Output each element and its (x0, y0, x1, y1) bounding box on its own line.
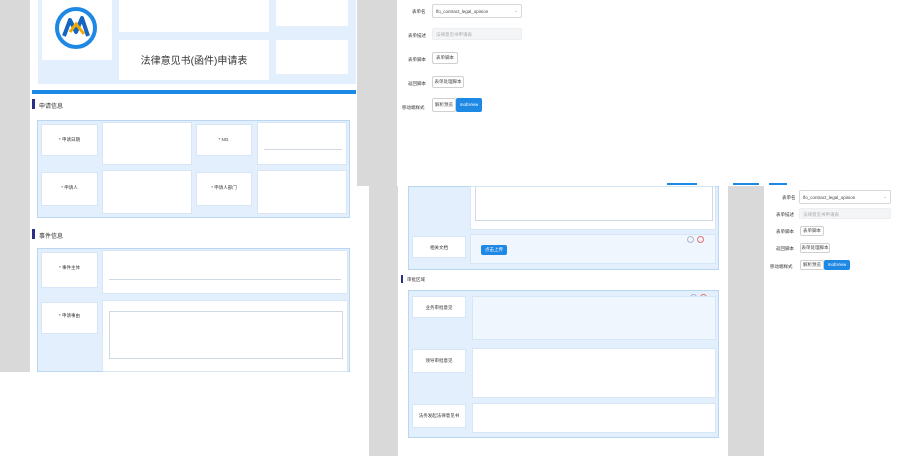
table-name-select-2[interactable]: lfo_contract_legal_opinion ⌄ (799, 190, 891, 204)
chevron-down-icon-2: ⌄ (883, 194, 887, 199)
subject-label-cell: * 事件主体 (41, 252, 98, 288)
review1-label-cell: 业务审批意见 (412, 296, 466, 318)
attachment-label: 相关文档 (430, 245, 448, 250)
section-title-event: 事件信息 (39, 234, 64, 240)
no-label-cell: * NO. (196, 124, 252, 156)
no-label: * NO. (218, 137, 230, 142)
section-title-review: 审批区域 (407, 277, 425, 282)
applicant-input[interactable] (102, 170, 192, 214)
dept-label: * 申请人部门 (211, 185, 237, 190)
dept-label-cell: * 申请人部门 (196, 172, 252, 206)
section-title-apply: 申请信息 (39, 104, 64, 110)
section-bar-apply (32, 99, 35, 109)
apply-date-label-cell: * 申请日期 (41, 124, 98, 156)
reason-fragment-textarea[interactable] (475, 187, 713, 221)
apply-date-label: * 申请日期 (58, 137, 80, 142)
reason-input-cell (102, 300, 348, 372)
tab-indicator-1 (667, 183, 697, 185)
subject-label: * 事件主体 (58, 265, 80, 270)
return-label: 返回脚本 (408, 81, 426, 86)
review2-label-cell: 领导审批意见 (412, 349, 466, 373)
logo-box (42, 0, 112, 60)
table-name-select[interactable]: lfo_contract_legal_opinion ⌄ (432, 4, 522, 18)
return-label-2: 返回脚本 (776, 246, 794, 251)
tab-indicator-3 (769, 183, 787, 185)
desc-input-2[interactable]: 法律意见书申请表 (799, 208, 891, 219)
props-panel-top: 表单名 lfo_contract_legal_opinion ⌄ 表单描述 法律… (397, 0, 527, 186)
table-name-label: 表单名 (412, 9, 426, 14)
middle-gutter (357, 0, 397, 186)
mobile-opt-preview[interactable]: 解析预览 (432, 98, 456, 112)
applicant-label-cell: * 申请人 (41, 172, 98, 206)
review2-input[interactable] (472, 348, 716, 398)
form-panel-bottom: 相关文档 点击上传 审批区域 业务审批意见 领导审批意见 法务发起法律意见书 (398, 186, 728, 456)
mobile-opt-mobview-2[interactable]: mobView (824, 260, 850, 270)
section-bar-review (401, 275, 403, 283)
applicant-label: * 申请人 (61, 185, 78, 190)
no-input-underline (264, 149, 342, 150)
reason-fragment-input (470, 186, 716, 230)
review3-label-cell: 法务发起法律意见书 (412, 404, 466, 428)
no-input[interactable] (257, 122, 347, 165)
table-name-value-2: lfo_contract_legal_opinion (803, 195, 856, 200)
review3-input[interactable] (472, 403, 716, 433)
left-gutter (0, 0, 30, 372)
section-bar-event (32, 229, 35, 239)
subject-input[interactable] (102, 250, 348, 294)
mobile-opt-preview-2[interactable]: 解析预览 (800, 260, 824, 270)
script-button-2[interactable]: 表单脚本 (800, 226, 824, 236)
desc-placeholder: 法律意见书申请表 (436, 32, 472, 37)
script-button[interactable]: 表单脚本 (432, 52, 458, 64)
mobile-label-2: 移动端样式 (770, 264, 793, 269)
script-label-2: 表单脚本 (776, 229, 794, 234)
form-header: 法律意见书(函件)申请表 (38, 0, 356, 84)
edit-icon[interactable] (687, 236, 694, 243)
header-cell-top (119, 0, 269, 32)
upload-button[interactable]: 点击上传 (481, 245, 507, 255)
return-button[interactable]: 表单处理脚本 (432, 76, 464, 88)
review2-label: 领导审批意见 (425, 358, 453, 363)
reason-label: * 申请事由 (58, 313, 80, 318)
tab-indicator-2 (733, 183, 759, 185)
return-button-2[interactable]: 表单处理脚本 (800, 243, 830, 253)
desc-label: 表单描述 (408, 33, 426, 38)
table-name-label-2: 表单名 (782, 195, 796, 200)
right-gutter (728, 186, 764, 456)
middle-gutter-lower (369, 186, 398, 456)
mobile-label: 移动端样式 (402, 105, 425, 110)
apply-date-input[interactable] (102, 122, 192, 165)
script-label: 表单脚本 (408, 57, 426, 62)
delete-icon[interactable] (697, 236, 704, 243)
reason-textarea[interactable] (109, 311, 343, 359)
desc-placeholder-2: 法律意见书申请表 (803, 212, 839, 217)
form-title: 法律意见书(函件)申请表 (140, 56, 248, 67)
desc-label-2: 表单描述 (776, 212, 794, 217)
header-cell-right-bottom (276, 40, 348, 74)
chevron-down-icon: ⌄ (514, 8, 518, 13)
attachment-label-cell: 相关文档 (412, 236, 466, 258)
reason-label-cell: * 申请事由 (41, 302, 98, 334)
props-panel-bottom: 表单名 lfo_contract_legal_opinion ⌄ 表单描述 法律… (764, 186, 909, 456)
attachment-cell: 点击上传 (470, 234, 716, 264)
review1-input[interactable] (472, 296, 716, 340)
table-name-value: lfo_contract_legal_opinion (436, 9, 489, 14)
header-cell-right-top (276, 0, 348, 26)
header-divider (32, 90, 356, 94)
desc-input[interactable]: 法律意见书申请表 (432, 28, 522, 40)
form-title-box: 法律意见书(函件)申请表 (119, 40, 269, 80)
subject-input-underline (109, 279, 341, 280)
form-panel-left: 法律意见书(函件)申请表 申请信息 * 申请日期 * NO. * 申请人 * 申… (30, 0, 357, 372)
mobile-opt-mobview[interactable]: mobView (456, 98, 482, 112)
review3-label: 法务发起法律意见书 (418, 413, 460, 418)
dept-input[interactable] (257, 170, 347, 214)
review1-label: 业务审批意见 (425, 305, 453, 310)
company-logo-icon (55, 7, 97, 49)
